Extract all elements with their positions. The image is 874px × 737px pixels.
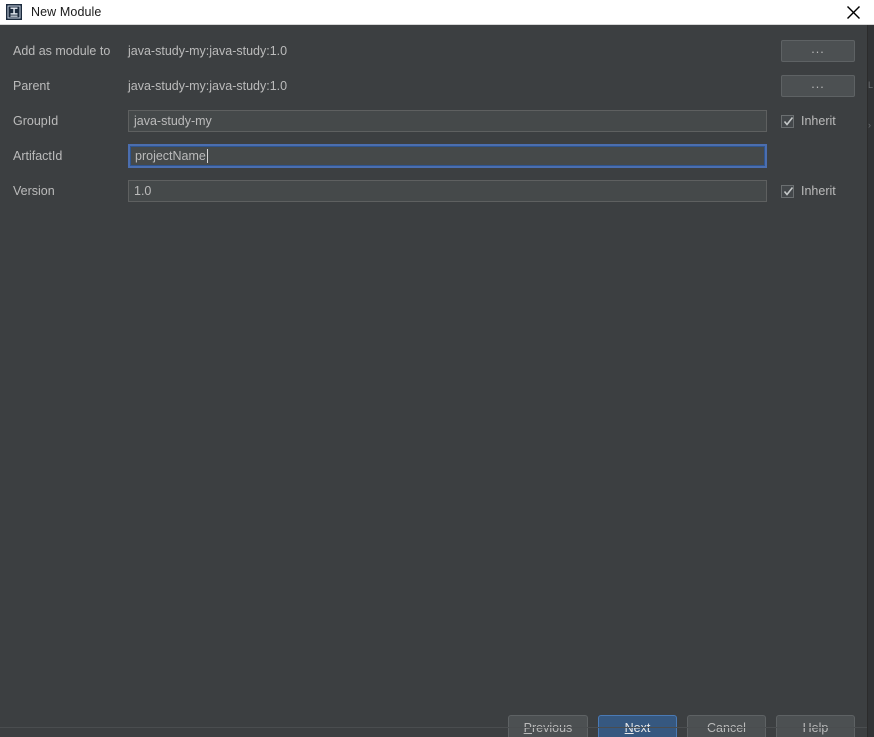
ghost-text-2: › xyxy=(868,120,871,130)
browse-button-parent[interactable]: ... xyxy=(781,75,855,97)
help-button[interactable]: Help xyxy=(776,715,855,737)
browse-button-add-as-module-to[interactable]: ... xyxy=(781,40,855,62)
previous-button-mnemonic: P xyxy=(523,721,533,735)
row-group-id: GroupId java-study-my Inherit xyxy=(0,109,867,133)
previous-button[interactable]: Previous xyxy=(508,715,588,737)
label-add-as-module-to: Add as module to xyxy=(13,44,111,58)
value-add-as-module-to: java-study-my:java-study:1.0 xyxy=(128,44,288,58)
version-input[interactable]: 1.0 xyxy=(128,180,767,202)
label-group-id: GroupId xyxy=(13,114,59,128)
new-module-dialog: New Module Add as module to java-study-m… xyxy=(0,0,874,737)
row-artifact-id: ArtifactId projectName xyxy=(0,144,867,168)
dialog-content: Add as module to java-study-my:java-stud… xyxy=(0,25,867,737)
value-parent: java-study-my:java-study:1.0 xyxy=(128,79,288,93)
group-id-input[interactable]: java-study-my xyxy=(128,110,767,132)
label-artifact-id: ArtifactId xyxy=(13,149,63,163)
group-id-value: java-study-my xyxy=(134,114,212,128)
background-window-sliver: L › xyxy=(867,25,874,737)
dialog-title: New Module xyxy=(31,5,102,19)
previous-button-label: revious xyxy=(532,721,573,735)
text-caret xyxy=(206,149,208,163)
next-button-label: ext xyxy=(633,721,651,735)
inherit-version-label: Inherit xyxy=(801,184,836,198)
intellij-idea-icon xyxy=(6,4,22,20)
label-version: Version xyxy=(13,184,55,198)
next-button[interactable]: Next xyxy=(598,715,677,737)
ghost-text-1: L xyxy=(868,80,874,90)
inherit-group-id-label: Inherit xyxy=(801,114,836,128)
row-parent: Parent java-study-my:java-study:1.0 ... xyxy=(0,74,867,98)
artifact-id-input[interactable]: projectName xyxy=(128,144,767,168)
dialog-titlebar: New Module xyxy=(0,0,874,25)
inherit-version-checkbox[interactable] xyxy=(781,184,794,198)
version-value: 1.0 xyxy=(134,184,152,198)
label-parent: Parent xyxy=(13,79,50,93)
row-version: Version 1.0 Inherit xyxy=(0,179,867,203)
close-icon[interactable] xyxy=(832,0,874,24)
artifact-id-value: projectName xyxy=(135,149,206,163)
inherit-group-id[interactable]: Inherit xyxy=(781,110,836,132)
dialog-footer: Previous Next Cancel Help xyxy=(0,715,867,737)
inherit-version[interactable]: Inherit xyxy=(781,180,836,202)
footer-divider xyxy=(0,727,867,728)
cancel-button[interactable]: Cancel xyxy=(687,715,766,737)
row-add-as-module-to: Add as module to java-study-my:java-stud… xyxy=(0,39,867,63)
next-button-mnemonic: N xyxy=(624,721,634,735)
inherit-group-id-checkbox[interactable] xyxy=(781,114,794,128)
